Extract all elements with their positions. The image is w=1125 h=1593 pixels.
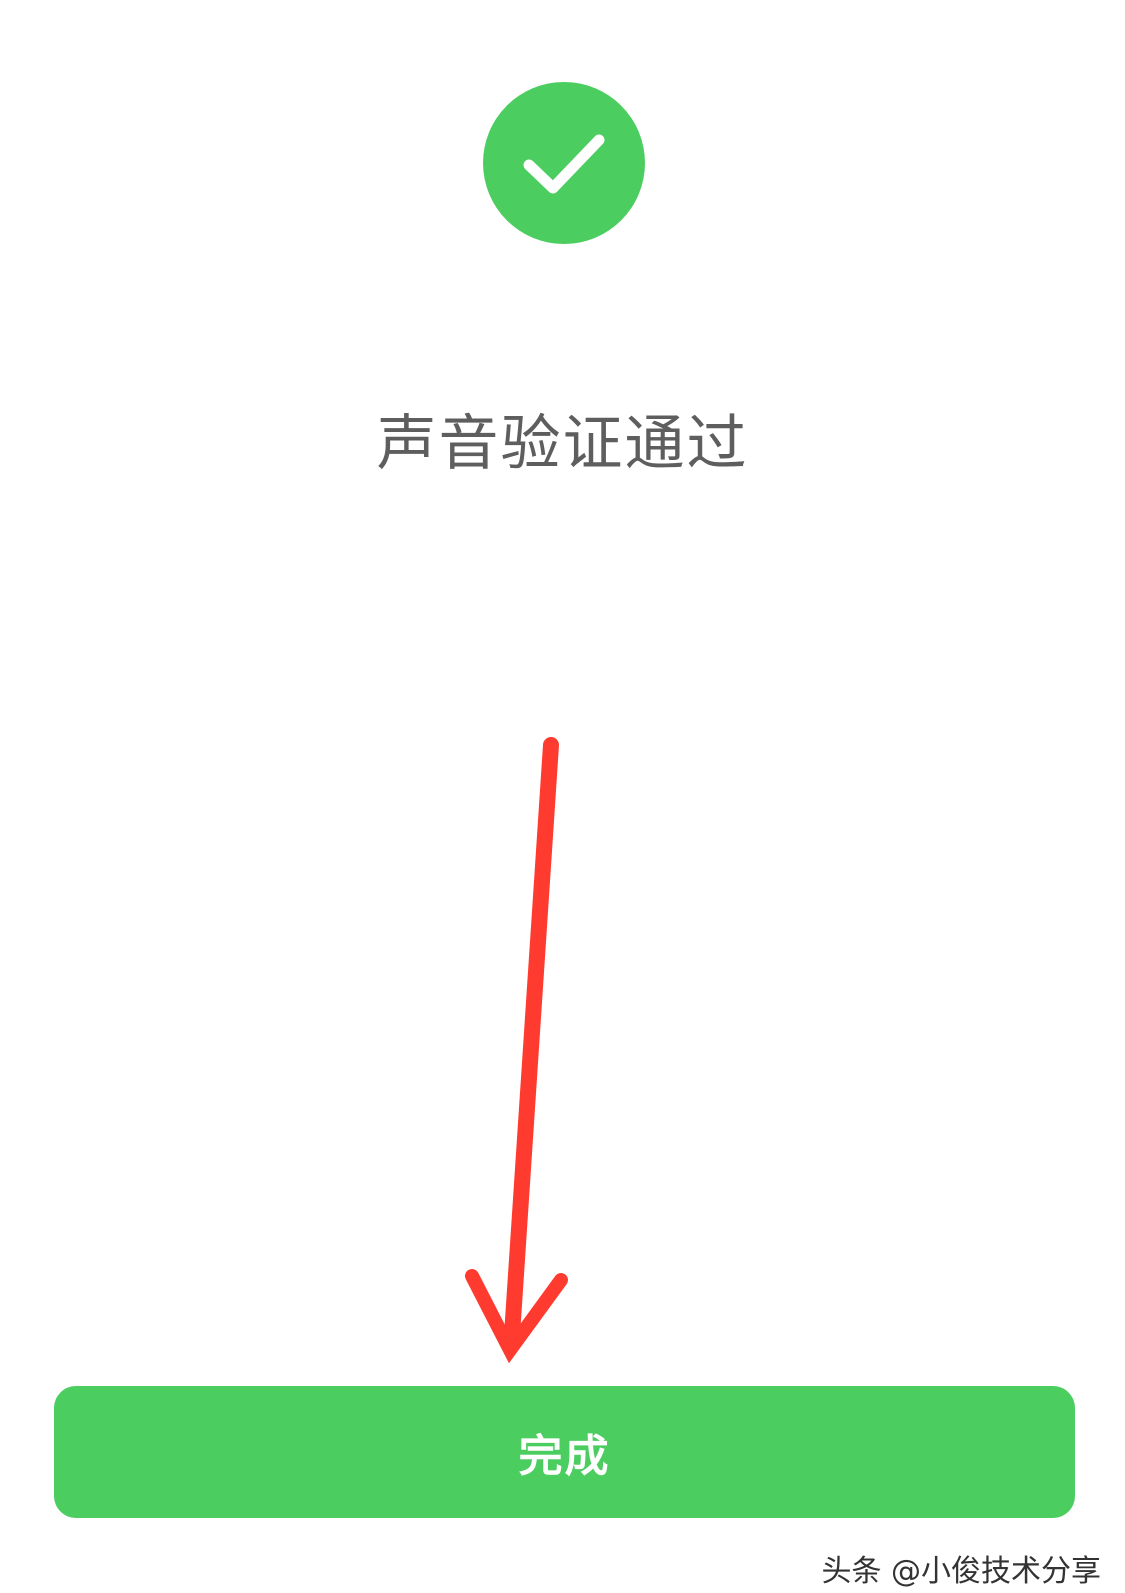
success-checkmark-icon [483,82,645,244]
verification-status-text: 声音验证通过 [376,409,749,479]
done-button[interactable]: 完成 [54,1386,1075,1518]
watermark-text: 头条 @小俊技术分享 [821,1554,1101,1589]
checkmark-icon [523,134,605,194]
